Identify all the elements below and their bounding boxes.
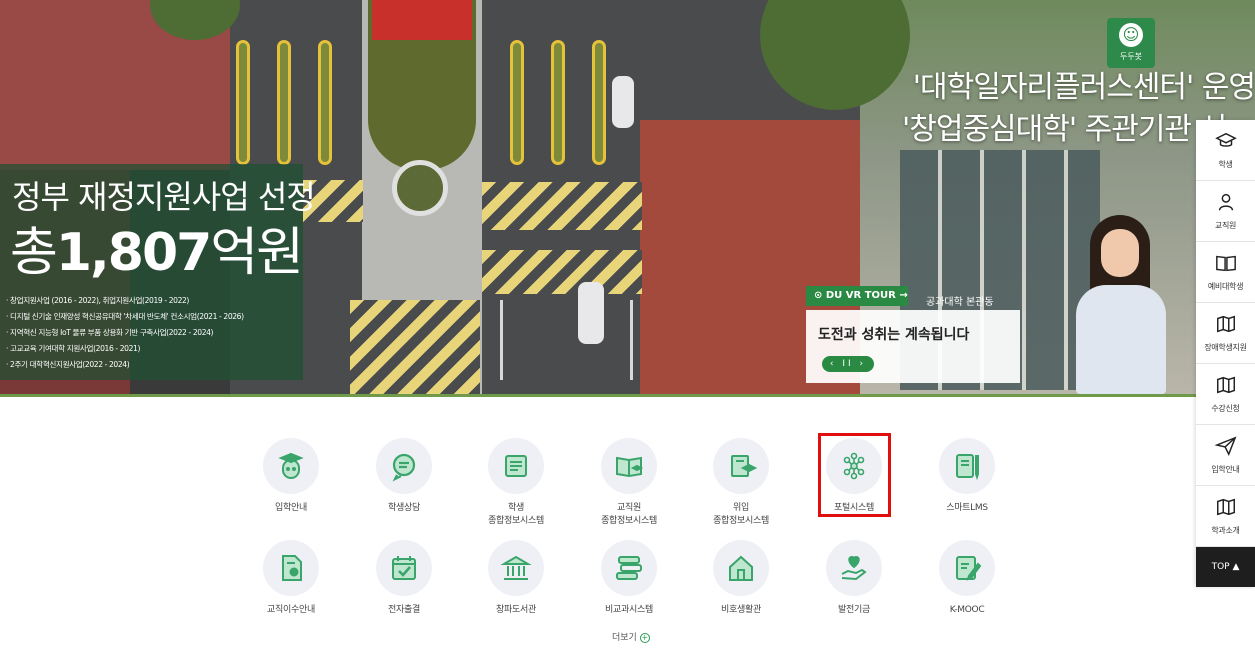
staff-book-icon — [601, 438, 657, 494]
funding-item: · 창업지원사업 (2016 - 2022), 취업지원사업(2019 - 20… — [6, 296, 189, 305]
location-pin-icon: ⊙ — [814, 290, 823, 301]
side-item-registration[interactable]: 수강신청 — [1196, 364, 1255, 425]
funding-item: · 지역혁신 지능형 IoT 물류 부품 상용화 기반 구축사업(2022 - … — [6, 328, 214, 337]
slide-caption: 도전과 성취는 계속됩니다 — [818, 327, 970, 343]
side-item-disability-support[interactable]: 장애학생지원 — [1196, 303, 1255, 364]
map-icon — [1216, 315, 1235, 333]
side-item-departments[interactable]: 학과소개 — [1196, 486, 1255, 547]
map-icon — [1216, 376, 1235, 394]
book-cap-icon — [713, 438, 769, 494]
hero-amount: 총1,807억원 — [10, 223, 304, 283]
back-to-top-button[interactable]: TOP ▲ — [1196, 547, 1255, 587]
library-icon — [488, 540, 544, 596]
quick-item-library[interactable]: 창파도서관 — [461, 540, 571, 617]
side-quick-bar: 학생 교직원 예비대학생 장애학생지원 수강신청 입학안내 학과소개 TOP ▲ — [1196, 120, 1255, 587]
dormitory-icon — [713, 540, 769, 596]
side-item-student[interactable]: 학생 — [1196, 120, 1255, 181]
paper-plane-icon — [1213, 436, 1236, 457]
books-stack-icon — [601, 540, 657, 596]
graduation-cap-icon — [1214, 132, 1237, 147]
student-certificate-icon — [488, 438, 544, 494]
plus-circle-icon: + — [639, 632, 650, 643]
quick-item-k-mooc[interactable]: K-MOOC — [912, 540, 1022, 617]
hand-heart-icon — [826, 540, 882, 596]
mascot-badge[interactable]: ☺ 두두봇 — [1107, 18, 1155, 68]
hero-right-subtitle: '창업중심대학' 주관기관 선 — [902, 112, 1227, 147]
student-photo — [1068, 215, 1178, 394]
funding-item: · 디지털 신기술 인재양성 혁신공유대학 '차세대 반도체' 컨소시엄(202… — [6, 312, 244, 321]
tiger-mascot-icon: ☺ — [1119, 23, 1143, 47]
quick-item-smart-lms[interactable]: 스마트LMS — [912, 438, 1022, 515]
quick-item-extracurricular[interactable]: 비교과시스템 — [574, 540, 684, 617]
quick-item-counseling[interactable]: 학생상담 — [349, 438, 459, 515]
person-icon — [1218, 193, 1233, 211]
quick-item-attendance[interactable]: 전자출결 — [349, 540, 459, 617]
side-item-admission[interactable]: 입학안내 — [1196, 425, 1255, 486]
funding-item: · 고교교육 기여대학 지원사업(2016 - 2021) — [6, 344, 141, 353]
funding-list: · 창업지원사업 (2016 - 2022), 취업지원사업(2019 - 20… — [6, 293, 244, 373]
slide-controls[interactable]: ‹ II › — [822, 356, 874, 372]
map-icon — [1216, 498, 1235, 516]
portal-highlight-box — [818, 433, 891, 517]
slide-caption-card: 도전과 성취는 계속됩니다 ‹ II › — [806, 310, 1020, 383]
side-item-prospective[interactable]: 예비대학생 — [1196, 242, 1255, 303]
graduate-face-icon — [263, 438, 319, 494]
quick-item-admission[interactable]: 입학안내 — [236, 438, 346, 515]
more-button[interactable]: 더보기 + — [612, 630, 650, 643]
quick-item-student-system[interactable]: 학생 종합정보시스템 — [461, 438, 571, 528]
edit-document-icon — [939, 540, 995, 596]
quick-item-teacher-training[interactable]: 교직이수안내 — [236, 540, 346, 617]
certificate-icon — [263, 540, 319, 596]
side-item-staff[interactable]: 교직원 — [1196, 181, 1255, 242]
chat-bubble-icon — [376, 438, 432, 494]
quick-item-development-fund[interactable]: 발전기금 — [799, 540, 909, 617]
funding-item: · 2주기 대학혁신지원사업(2022 - 2024) — [6, 360, 130, 369]
vr-tour-link[interactable]: ⊙ DU VR TOUR → — [806, 286, 908, 306]
hero-banner: 정부 재정지원사업 선정 총1,807억원 · 창업지원사업 (2016 - 2… — [0, 0, 1255, 394]
quick-item-dormitory[interactable]: 비호생활관 — [686, 540, 796, 617]
quick-item-staff-system[interactable]: 교직원 종합정보시스템 — [574, 438, 684, 528]
quick-item-commission-system[interactable]: 위입 종합정보시스템 — [686, 438, 796, 528]
notebook-pen-icon — [939, 438, 995, 494]
open-book-icon — [1215, 255, 1236, 272]
hero-right-title: '대학일자리플러스센터' 운영 — [912, 70, 1255, 105]
calendar-check-icon — [376, 540, 432, 596]
building-sign: 공과대학 본관동 — [926, 297, 994, 308]
